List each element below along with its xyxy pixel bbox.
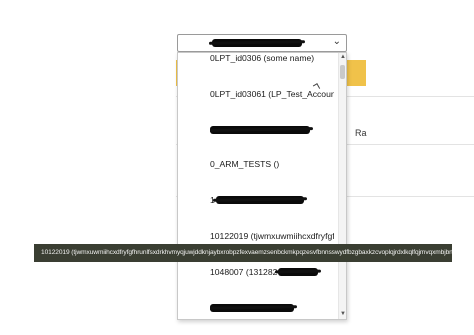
dropdown-option-redacted[interactable] <box>210 123 334 137</box>
redaction-mark <box>210 304 294 312</box>
dropdown-scrollbar[interactable]: ▲ ▼ <box>338 53 346 319</box>
scrollbar-thumb[interactable] <box>340 65 345 79</box>
dropdown-option-redacted[interactable]: 1048007 (131282 <box>210 265 334 279</box>
chevron-down-icon[interactable]: ⌄ <box>333 36 341 47</box>
background-column-header: Ra <box>355 128 367 138</box>
dropdown-option-redacted[interactable] <box>210 301 334 315</box>
option-tooltip: 10122019 (tjwmxuwmiihcxdfryfgfhrunlfsxdr… <box>34 244 452 262</box>
redaction-mark <box>278 268 318 276</box>
dropdown-option[interactable]: 0LPT_id0306 (some name) <box>210 53 334 65</box>
redaction-mark <box>216 196 304 204</box>
dropdown-option-prefix: 1048007 (131282 <box>210 267 278 277</box>
dropdown-option[interactable]: 0_ARM_TESTS () <box>210 157 334 171</box>
account-dropdown-list[interactable]: 0LPT_id0306 (some name) 0LPT_id03061 (LP… <box>177 52 347 320</box>
account-select[interactable]: ⌄ <box>177 34 347 52</box>
scroll-up-arrow-icon[interactable]: ▲ <box>339 53 346 62</box>
redacted-selected-value <box>212 39 302 47</box>
dropdown-option[interactable]: 10122019 (tjwmxuwmiihcxdfryfgfhrunlfs <box>210 229 334 243</box>
dropdown-option-redacted[interactable]: 1 <box>210 193 334 207</box>
redaction-mark <box>210 126 310 134</box>
scroll-down-arrow-icon[interactable]: ▼ <box>339 310 346 319</box>
